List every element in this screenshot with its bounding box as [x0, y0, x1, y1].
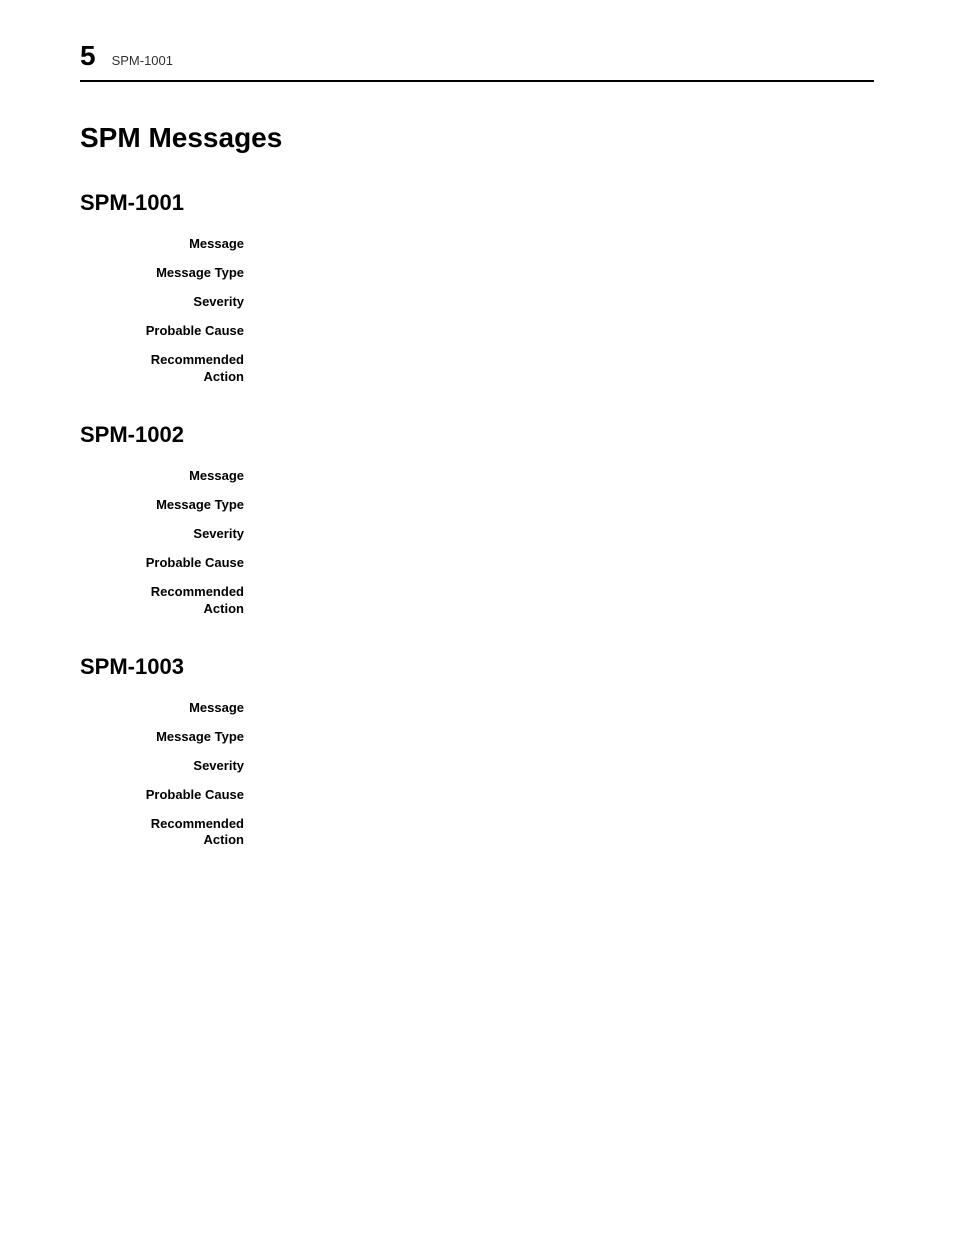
field-value-SPM-1001-2	[260, 294, 874, 309]
field-value-SPM-1002-2	[260, 526, 874, 541]
field-label-SPM-1003-1: Message Type	[100, 729, 260, 744]
section-SPM-1001: SPM-1001 Message Message Type Severity Proba…	[80, 190, 874, 386]
field-value-SPM-1002-1	[260, 497, 874, 512]
field-value-SPM-1003-0	[260, 700, 874, 715]
field-label-SPM-1001-0: Message	[100, 236, 260, 251]
field-row-SPM-1001-3: Probable Cause	[80, 323, 874, 338]
field-label-SPM-1001-2: Severity	[100, 294, 260, 309]
field-row-SPM-1002-0: Message	[80, 468, 874, 483]
sections-container: SPM-1001 Message Message Type Severity Proba…	[80, 190, 874, 849]
field-row-SPM-1003-2: Severity	[80, 758, 874, 773]
field-row-SPM-1003-1: Message Type	[80, 729, 874, 744]
chapter-title: SPM Messages	[80, 122, 874, 154]
section-title-SPM-1002: SPM-1002	[80, 422, 874, 448]
field-label-SPM-1003-3: Probable Cause	[100, 787, 260, 802]
field-row-SPM-1003-3: Probable Cause	[80, 787, 874, 802]
field-row-SPM-1002-4: RecommendedAction	[80, 584, 874, 618]
field-label-SPM-1002-2: Severity	[100, 526, 260, 541]
page-subtitle: SPM-1001	[112, 53, 173, 68]
field-value-SPM-1003-4	[260, 816, 874, 850]
field-value-SPM-1002-4	[260, 584, 874, 618]
field-value-SPM-1002-3	[260, 555, 874, 570]
field-label-SPM-1003-0: Message	[100, 700, 260, 715]
field-row-SPM-1003-0: Message	[80, 700, 874, 715]
section-SPM-1003: SPM-1003 Message Message Type Severity Proba…	[80, 654, 874, 850]
field-value-SPM-1003-2	[260, 758, 874, 773]
section-SPM-1002: SPM-1002 Message Message Type Severity Proba…	[80, 422, 874, 618]
field-label-SPM-1002-1: Message Type	[100, 497, 260, 512]
field-row-SPM-1002-3: Probable Cause	[80, 555, 874, 570]
field-label-SPM-1001-4: RecommendedAction	[100, 352, 260, 386]
field-label-SPM-1003-2: Severity	[100, 758, 260, 773]
field-row-SPM-1003-4: RecommendedAction	[80, 816, 874, 850]
field-value-SPM-1003-3	[260, 787, 874, 802]
field-label-SPM-1003-4: RecommendedAction	[100, 816, 260, 850]
field-row-SPM-1001-1: Message Type	[80, 265, 874, 280]
field-label-SPM-1001-1: Message Type	[100, 265, 260, 280]
field-label-SPM-1002-0: Message	[100, 468, 260, 483]
field-row-SPM-1002-1: Message Type	[80, 497, 874, 512]
field-label-SPM-1001-3: Probable Cause	[100, 323, 260, 338]
field-value-SPM-1001-3	[260, 323, 874, 338]
field-row-SPM-1001-2: Severity	[80, 294, 874, 309]
field-value-SPM-1001-0	[260, 236, 874, 251]
section-title-SPM-1003: SPM-1003	[80, 654, 874, 680]
field-value-SPM-1001-4	[260, 352, 874, 386]
field-value-SPM-1002-0	[260, 468, 874, 483]
field-value-SPM-1003-1	[260, 729, 874, 744]
field-row-SPM-1001-0: Message	[80, 236, 874, 251]
page-header: 5 SPM-1001	[80, 40, 874, 82]
field-value-SPM-1001-1	[260, 265, 874, 280]
field-row-SPM-1002-2: Severity	[80, 526, 874, 541]
field-label-SPM-1002-3: Probable Cause	[100, 555, 260, 570]
field-label-SPM-1002-4: RecommendedAction	[100, 584, 260, 618]
section-title-SPM-1001: SPM-1001	[80, 190, 874, 216]
field-row-SPM-1001-4: RecommendedAction	[80, 352, 874, 386]
page-number: 5	[80, 40, 96, 72]
